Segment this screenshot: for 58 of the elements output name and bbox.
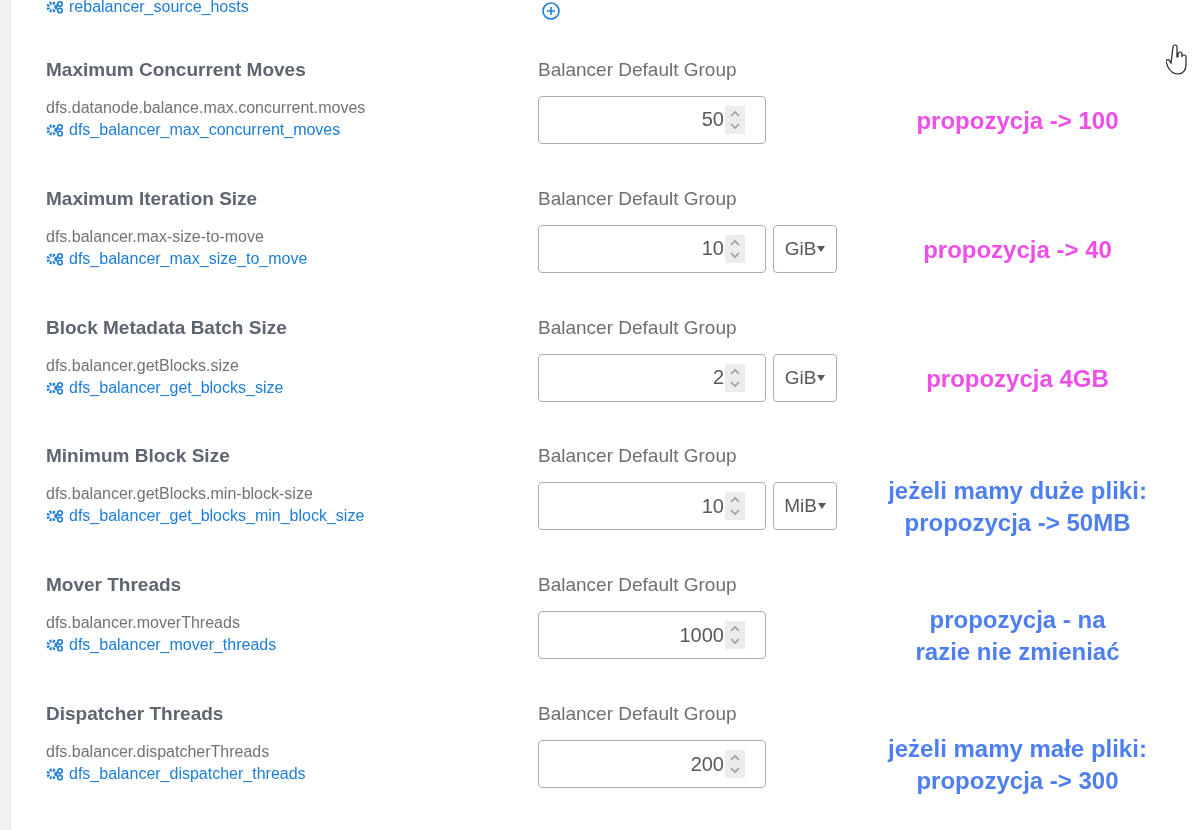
spinner-icon[interactable] — [725, 234, 745, 263]
caret-icon — [817, 245, 826, 252]
gears-icon — [46, 122, 64, 137]
property-name: dfs.balancer.getBlocks.size — [46, 355, 239, 376]
setting-title: Mover Threads — [46, 573, 182, 598]
setting-title: Maximum Iteration Size — [46, 186, 258, 211]
spinner-icon[interactable] — [725, 621, 745, 650]
config-link[interactable]: dfs_balancer_dispatcher_threads — [46, 763, 306, 786]
config-link[interactable]: rebalancer_source_hosts — [46, 0, 538, 18]
unit-dropdown[interactable]: MiB — [773, 482, 837, 531]
group-label: Balancer Default Group — [538, 186, 737, 211]
spinner-icon[interactable] — [725, 363, 745, 392]
property-name: dfs.balancer.dispatcherThreads — [46, 742, 270, 763]
setting-title: Dispatcher Threads — [46, 702, 224, 727]
spinner-icon[interactable] — [725, 105, 745, 134]
property-name: dfs.balancer.getBlocks.min-block-size — [46, 484, 313, 505]
property-name: dfs.datanode.balance.max.concurrent.moves — [46, 97, 366, 118]
config-link[interactable]: dfs_balancer_mover_threads — [46, 634, 277, 657]
annotation-note: propozycja -> 100 — [915, 105, 1120, 136]
group-label: Balancer Default Group — [538, 315, 737, 340]
spinner-icon[interactable] — [725, 750, 745, 779]
gears-icon — [46, 0, 64, 14]
setting-title: Block Metadata Batch Size — [46, 315, 287, 340]
property-name: dfs.balancer.moverThreads — [46, 613, 240, 634]
annotation-note: jeżeli mamy duże pliki: propozycja -> 50MB — [887, 477, 1148, 538]
caret-icon — [817, 503, 826, 510]
annotation-note: propozycja 4GB — [925, 363, 1110, 394]
annotation-note: propozycja - na razie nie zmieniać — [914, 606, 1121, 667]
add-icon[interactable] — [541, 1, 561, 21]
caret-icon — [817, 374, 826, 381]
number-field[interactable]: 200 — [538, 740, 766, 789]
group-label: Balancer Default Group — [538, 573, 737, 598]
gears-icon — [46, 638, 64, 653]
property-name: dfs.balancer.max-size-to-move — [46, 226, 264, 247]
gears-icon — [46, 251, 64, 266]
spinner-icon[interactable] — [725, 492, 745, 521]
gears-icon — [46, 509, 64, 524]
annotation-note: jeżeli mamy małe pliki: propozycja -> 300 — [886, 735, 1148, 796]
unit-dropdown[interactable]: GiB — [773, 353, 837, 402]
gears-icon — [46, 767, 64, 782]
config-link[interactable]: dfs_balancer_get_blocks_min_block_size — [46, 505, 365, 528]
annotation-note: propozycja -> 40 — [922, 234, 1113, 265]
group-label: Balancer Default Group — [538, 444, 737, 469]
group-label: Balancer Default Group — [538, 702, 737, 727]
number-field[interactable]: 10 — [538, 482, 766, 531]
number-field[interactable]: 50 — [538, 95, 766, 144]
setting-title: Maximum Concurrent Moves — [46, 57, 306, 82]
number-field[interactable]: 1000 — [538, 611, 766, 660]
hand-cursor-icon — [1166, 44, 1190, 76]
group-label: Balancer Default Group — [538, 57, 737, 82]
number-field[interactable]: 10 — [538, 224, 766, 273]
number-field[interactable]: 2 — [538, 353, 766, 402]
config-link[interactable]: dfs_balancer_get_blocks_size — [46, 376, 284, 399]
setting-title: Minimum Block Size — [46, 444, 230, 469]
unit-dropdown[interactable]: GiB — [773, 224, 837, 273]
gears-icon — [46, 380, 64, 395]
config-link[interactable]: dfs_balancer_max_concurrent_moves — [46, 118, 341, 141]
config-link[interactable]: dfs_balancer_max_size_to_move — [46, 247, 308, 270]
